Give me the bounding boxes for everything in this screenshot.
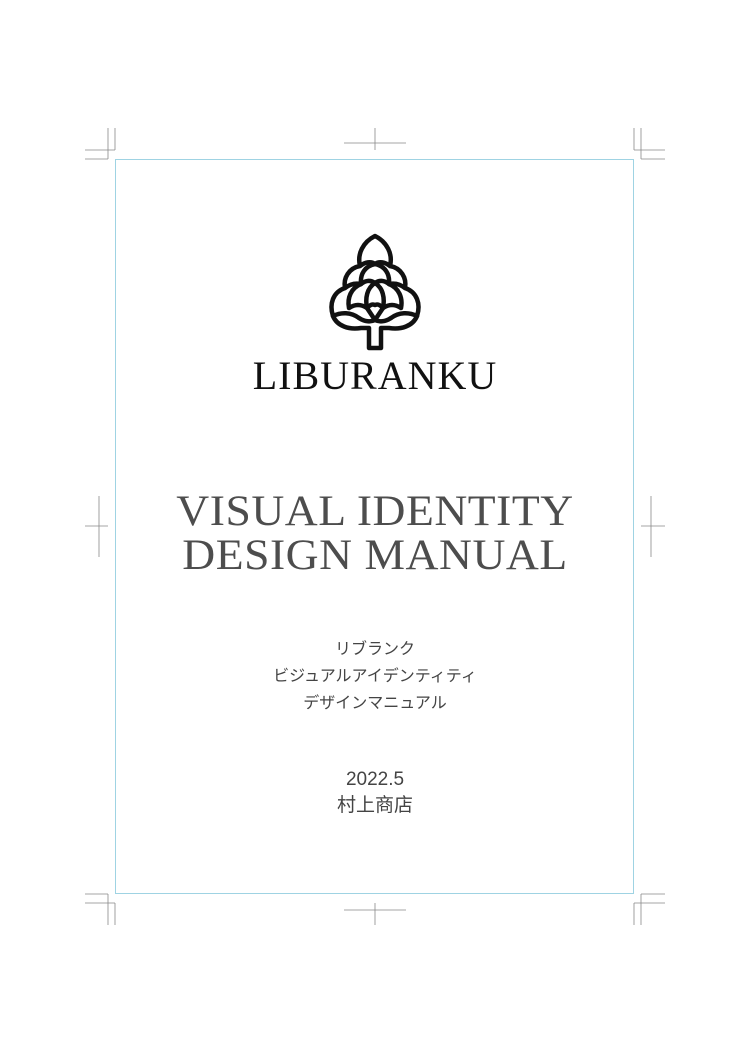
title-line-1: VISUAL IDENTITY bbox=[176, 488, 574, 535]
publication-date: 2022.5 bbox=[345, 769, 405, 790]
brand-name: LIBURANKU bbox=[252, 353, 498, 398]
publication-info: 2022.5 村上商店 bbox=[0, 768, 750, 818]
subtitle-line-2: ビジュアルアイデンティティ bbox=[273, 666, 477, 685]
subtitle-line-1: リブランク bbox=[334, 639, 415, 658]
japanese-subtitle: リブランク ビジュアルアイデンティティ デザインマニュアル bbox=[0, 635, 750, 716]
company-name: 村上商店 bbox=[336, 794, 413, 816]
subtitle-line-3: デザインマニュアル bbox=[303, 693, 447, 712]
document-page: LIBURANKU VISUAL IDENTITY DESIGN MANUAL … bbox=[0, 0, 750, 1055]
title-line-2: DESIGN MANUAL bbox=[182, 532, 568, 579]
artichoke-emblem-icon bbox=[329, 233, 421, 351]
document-title: VISUAL IDENTITY DESIGN MANUAL bbox=[0, 490, 750, 578]
